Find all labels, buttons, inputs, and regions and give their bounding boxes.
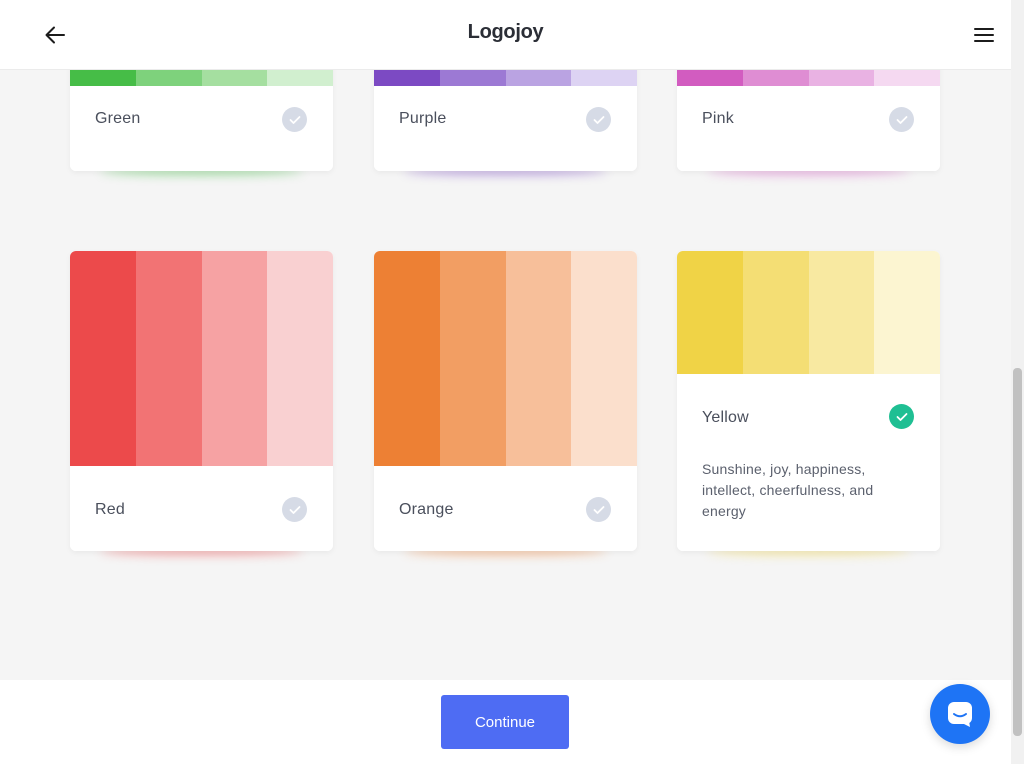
continue-button[interactable]: Continue	[441, 695, 569, 749]
palette-card-orange[interactable]: Orange	[374, 251, 637, 555]
swatch	[439, 251, 506, 466]
swatch	[808, 70, 875, 86]
swatch-strip	[677, 251, 940, 374]
select-check[interactable]	[586, 107, 611, 132]
palette-name: Purple	[399, 110, 447, 127]
swatch	[742, 251, 809, 374]
palette-grid[interactable]: Green Purple Pink Red Orange Yellow Suns…	[0, 70, 1011, 680]
chat-launcher-button[interactable]	[930, 684, 990, 744]
select-check[interactable]	[889, 107, 914, 132]
palette-card-pink[interactable]: Pink	[677, 70, 940, 175]
palette-card-purple[interactable]: Purple	[374, 70, 637, 175]
swatch	[201, 251, 268, 466]
check-icon	[593, 505, 604, 514]
check-icon	[593, 115, 604, 124]
palette-description: Sunshine, joy, happiness, intellect, che…	[702, 461, 874, 519]
palette-card-red[interactable]: Red	[70, 251, 333, 555]
swatch	[874, 251, 940, 374]
swatch	[505, 251, 572, 466]
swatch	[505, 70, 572, 86]
scrollbar-thumb[interactable]	[1013, 368, 1022, 736]
swatch-strip	[70, 251, 333, 466]
page-scrollbar[interactable]	[1011, 0, 1024, 764]
swatch-strip	[374, 70, 637, 86]
palette-name: Orange	[399, 501, 454, 518]
swatch	[70, 70, 136, 86]
swatch	[374, 251, 440, 466]
brand-title: Logojoy	[467, 21, 544, 43]
menu-button[interactable]	[967, 18, 1001, 52]
select-check[interactable]	[586, 497, 611, 522]
palette-name: Green	[95, 110, 141, 127]
select-check[interactable]	[282, 107, 307, 132]
footer-bar: Continue	[0, 680, 1011, 764]
palette-name: Pink	[702, 110, 734, 127]
check-icon	[289, 115, 300, 124]
swatch-strip	[70, 70, 333, 86]
swatch	[677, 70, 743, 86]
swatch	[135, 251, 202, 466]
swatch	[874, 70, 940, 86]
swatch	[135, 70, 202, 86]
select-check-selected[interactable]	[889, 404, 914, 429]
swatch	[267, 70, 333, 86]
swatch	[677, 251, 743, 374]
swatch-strip	[374, 251, 637, 466]
header: Logojoy	[0, 0, 1011, 70]
chat-bubble-icon	[948, 702, 972, 727]
check-icon	[289, 505, 300, 514]
palette-card-green[interactable]: Green	[70, 70, 333, 175]
palette-name: Red	[95, 501, 125, 518]
swatch	[808, 251, 875, 374]
swatch-strip	[677, 70, 940, 86]
swatch	[571, 70, 637, 86]
swatch	[742, 70, 809, 86]
hamburger-menu-icon	[974, 28, 994, 42]
swatch	[374, 70, 440, 86]
select-check[interactable]	[282, 497, 307, 522]
swatch	[201, 70, 268, 86]
palette-name: Yellow	[702, 409, 749, 426]
check-icon	[896, 115, 907, 124]
swatch	[70, 251, 136, 466]
swatch	[571, 251, 637, 466]
swatch	[267, 251, 333, 466]
check-icon	[896, 412, 907, 421]
palette-card-yellow[interactable]: Yellow Sunshine, joy, happiness, intelle…	[677, 251, 940, 555]
swatch	[439, 70, 506, 86]
